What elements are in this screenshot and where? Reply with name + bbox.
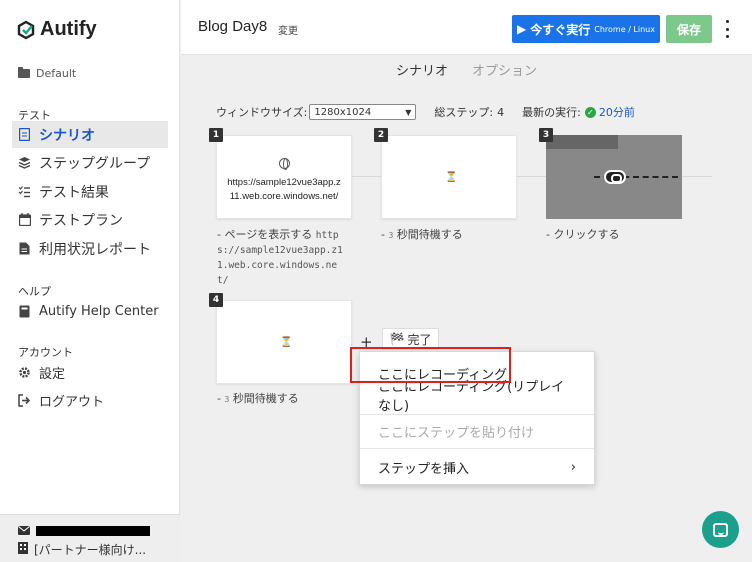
workspace-selector[interactable]: Default: [18, 67, 76, 80]
sidebar-item-usage-report[interactable]: 利用状況レポート: [12, 235, 168, 262]
step-card-2[interactable]: ⏳: [381, 135, 517, 219]
menu-divider: [360, 448, 594, 449]
menu-item-label: ここにステップを貼り付け: [378, 425, 535, 441]
document-icon: [18, 128, 31, 141]
window-size-value: 1280x1024: [314, 106, 372, 118]
autify-logo[interactable]: Autify: [16, 18, 97, 41]
layers-icon: [18, 156, 31, 169]
step-caption-suffix: 秒間待機する: [396, 228, 463, 241]
building-icon: [18, 542, 28, 557]
annotation-highlight-box: [350, 347, 511, 383]
organization-row[interactable]: [パートナー様向け...: [18, 541, 146, 558]
step-card-1[interactable]: https://sample12vue3app.z11.web.core.win…: [216, 135, 352, 219]
sidebar-item-scenarios[interactable]: シナリオ: [12, 121, 168, 148]
chat-icon: [713, 522, 728, 537]
mail-icon: [18, 524, 30, 538]
run-now-button[interactable]: ▶ 今すぐ実行 Chrome / Linux: [512, 15, 660, 43]
menu-item-label: ステップを挿入: [378, 461, 470, 477]
last-run-label: 最新の実行:: [522, 106, 581, 119]
autify-logo-icon: [17, 20, 35, 39]
step-caption-code: 3: [224, 395, 230, 404]
section-label-help: ヘルプ: [18, 285, 51, 298]
menu-item-insert-step[interactable]: ステップを挿入 ›: [360, 454, 594, 480]
step-caption-text: - ページを表示する: [217, 228, 313, 241]
scenario-toolbar: ウィンドウサイズ: 1280x1024 ▼ 総ステップ: 4 最新の実行: ✓ …: [216, 104, 635, 120]
step-caption-1[interactable]: - ページを表示する https://sample12vue3app.z11.w…: [217, 228, 345, 288]
step-url: https://sample12vue3app.z11.web.core.win…: [227, 177, 341, 202]
run-now-label: 今すぐ実行: [530, 22, 591, 37]
sidebar-item-label: ログアウト: [39, 395, 105, 410]
sidebar-item-label: 利用状況レポート: [39, 241, 151, 258]
step-caption-code: 3: [388, 231, 394, 240]
chat-support-button[interactable]: [702, 511, 739, 548]
checklist-icon: [18, 185, 31, 198]
tab-bar: シナリオ オプション: [181, 56, 752, 86]
click-target-icon: [604, 170, 626, 184]
step-number: 4: [209, 293, 223, 307]
step-caption-text: -: [381, 228, 385, 241]
hourglass-icon: ⏳: [280, 337, 293, 348]
redacted-email: [36, 526, 150, 536]
hourglass-icon: ⏳: [445, 172, 458, 183]
last-run-link[interactable]: 20分前: [599, 104, 635, 120]
menu-divider: [360, 414, 594, 415]
save-button[interactable]: 保存: [666, 15, 712, 43]
success-check-icon: ✓: [584, 106, 596, 118]
menu-item-paste-step: ここにステップを貼り付け: [360, 418, 594, 444]
logo-text: Autify: [40, 18, 97, 40]
step-number: 1: [209, 128, 223, 142]
tab-options[interactable]: オプション: [472, 60, 537, 83]
sidebar: Autify Default テスト シナリオ ステップグループ テスト結果 テ…: [0, 0, 180, 562]
globe-icon: [279, 158, 290, 170]
logout-icon: [18, 394, 31, 407]
user-email-row[interactable]: [18, 524, 150, 538]
step-card-4[interactable]: ⏳: [216, 300, 352, 384]
more-options-icon[interactable]: [721, 20, 733, 38]
calendar-icon: [18, 213, 31, 226]
screenshot-thumbnail: [546, 135, 618, 149]
total-steps-label: 総ステップ:: [434, 106, 494, 119]
organization-name: [パートナー様向け...: [34, 543, 147, 557]
report-icon: [18, 242, 31, 255]
play-icon: ▶: [517, 22, 527, 36]
step-screenshot-3[interactable]: [546, 135, 682, 219]
section-label-account: アカウント: [18, 346, 73, 359]
sidebar-item-label: シナリオ: [39, 127, 95, 144]
done-label: 完了: [407, 332, 432, 347]
sidebar-item-test-plans[interactable]: テストプラン: [12, 206, 168, 233]
step-caption-suffix: 秒間待機する: [232, 392, 299, 405]
page-title: Blog Day8: [198, 18, 268, 35]
workspace-name: Default: [36, 67, 77, 80]
step-caption-2[interactable]: - 3 秒間待機する: [381, 228, 463, 243]
sidebar-item-logout[interactable]: ログアウト: [12, 387, 168, 414]
step-caption-4[interactable]: - 3 秒間待機する: [217, 392, 299, 407]
gear-icon: [18, 366, 31, 379]
page-header: Blog Day8 変更 ▶ 今すぐ実行 Chrome / Linux 保存: [181, 0, 752, 55]
sidebar-item-settings[interactable]: 設定: [12, 359, 168, 386]
run-environment-label: Chrome / Linux: [594, 24, 655, 34]
step-number: 3: [539, 128, 553, 142]
window-size-select[interactable]: 1280x1024 ▼: [309, 104, 417, 120]
chevron-right-icon: ›: [570, 459, 576, 475]
sidebar-item-label: ステップグループ: [39, 155, 151, 172]
tab-scenario[interactable]: シナリオ: [396, 60, 448, 83]
folder-icon: [18, 67, 30, 78]
step-number: 2: [374, 128, 388, 142]
sidebar-item-label: テストプラン: [39, 212, 123, 229]
sidebar-item-label: Autify Help Center: [39, 304, 159, 319]
sidebar-item-label: テスト結果: [39, 184, 109, 201]
chevron-down-icon: ▼: [405, 107, 412, 117]
rename-link[interactable]: 変更: [278, 22, 298, 37]
sidebar-item-help-center[interactable]: Autify Help Center: [12, 298, 168, 325]
step-caption-text: -: [217, 392, 221, 405]
sidebar-item-step-groups[interactable]: ステップグループ: [12, 149, 168, 176]
book-icon: [18, 305, 31, 318]
total-steps-value: 4: [497, 105, 505, 119]
checkered-flag-icon: 🏁: [389, 332, 405, 346]
window-size-label: ウィンドウサイズ:: [216, 106, 308, 119]
menu-item-record-no-replay[interactable]: ここにレコーディング(リプレイなし): [360, 380, 594, 414]
sidebar-item-label: 設定: [39, 367, 66, 382]
step-caption-3[interactable]: - クリックする: [546, 228, 619, 242]
sidebar-item-test-results[interactable]: テスト結果: [12, 178, 168, 205]
